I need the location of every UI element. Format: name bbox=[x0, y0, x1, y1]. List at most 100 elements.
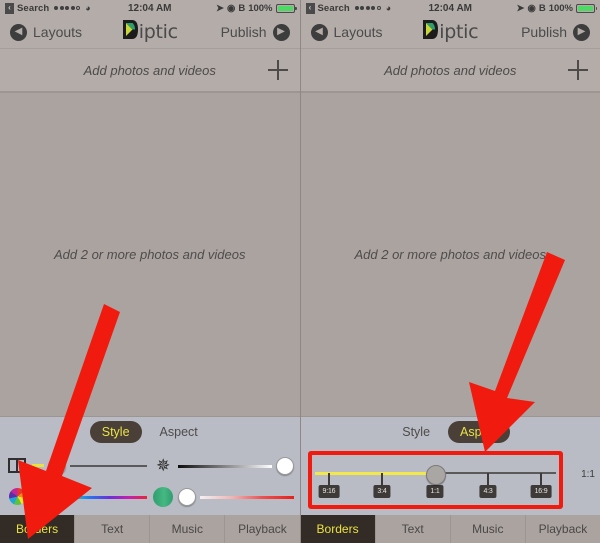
status-bar-left: ‹ Search ◕ bbox=[5, 2, 91, 14]
saturation-knob[interactable] bbox=[178, 487, 197, 506]
diptic-d-logo bbox=[122, 19, 139, 45]
diptic-d-logo bbox=[422, 19, 439, 45]
status-bar: ‹ Search ◕ 12:04 AM ➤ ◉ B 100% bbox=[0, 0, 300, 16]
chevron-left-circle-icon: ◀ bbox=[310, 23, 328, 41]
bluetooth-icon: B bbox=[538, 2, 546, 14]
plus-icon[interactable] bbox=[267, 60, 288, 80]
aspect-label-4-3[interactable]: 4:3 bbox=[479, 485, 497, 498]
status-back-icon: ‹ bbox=[5, 2, 14, 14]
color-wheel-icon bbox=[6, 488, 28, 505]
chevron-right-circle-icon: ▶ bbox=[573, 23, 590, 41]
controls-row-bottom bbox=[6, 483, 294, 511]
status-bar-right: ➤ ◉ B 100% bbox=[516, 2, 597, 14]
segment-aspect[interactable]: Aspect bbox=[448, 421, 511, 443]
brand-wordmark: iptic bbox=[138, 21, 178, 43]
brand-wordmark: iptic bbox=[439, 21, 479, 43]
border-width-control[interactable] bbox=[6, 456, 148, 475]
status-bar-left: ‹ Search ◕ bbox=[305, 2, 392, 14]
status-back-icon: ‹ bbox=[305, 2, 315, 14]
saturation-track[interactable] bbox=[200, 495, 294, 499]
aspect-ratio-readout: 1:1 bbox=[581, 469, 595, 480]
controls-row-top: ✵ bbox=[6, 452, 294, 480]
wifi-icon: ◕ bbox=[385, 3, 392, 13]
border-layout-icon bbox=[6, 458, 28, 473]
chevron-right-circle-icon: ▶ bbox=[272, 23, 290, 41]
wifi-icon: ◕ bbox=[85, 3, 91, 13]
signal-strength-icon bbox=[354, 6, 381, 10]
layouts-back-button[interactable]: ◀ Layouts bbox=[310, 23, 383, 41]
nav-bar: ◀ Layouts iptic Publish ▶ bbox=[0, 16, 300, 49]
tab-borders[interactable]: Borders bbox=[0, 515, 76, 543]
brightness-sun-icon: ✵ bbox=[156, 456, 171, 475]
canvas-hint-label: Add 2 or more photos and videos bbox=[53, 247, 246, 262]
status-bar: ‹ Search ◕ 12:04 AM ➤ ◉ B 100% bbox=[300, 0, 600, 16]
border-width-fill bbox=[32, 464, 44, 467]
plus-icon[interactable] bbox=[568, 60, 588, 80]
border-width-knob[interactable] bbox=[48, 456, 66, 475]
aspect-track-fill bbox=[314, 472, 435, 475]
segment-style[interactable]: Style bbox=[390, 421, 442, 443]
chevron-left-circle-icon: ◀ bbox=[10, 23, 27, 41]
alarm-icon: ◉ bbox=[227, 2, 236, 14]
location-arrow-icon: ➤ bbox=[516, 2, 525, 14]
dual-screenshot-comparison: ‹ Search ◕ 12:04 AM ➤ ◉ B 100% ◀ Layouts bbox=[0, 0, 600, 543]
bottom-tab-bar: Borders Text Music Playback bbox=[0, 515, 300, 543]
add-photos-label: Add photos and videos bbox=[384, 62, 517, 78]
brightness-control[interactable]: ✵ bbox=[152, 456, 294, 475]
collage-canvas[interactable]: Add 2 or more photos and videos bbox=[0, 93, 300, 416]
aspect-label-1-1[interactable]: 1:1 bbox=[426, 485, 444, 498]
collage-canvas[interactable]: Add 2 or more photos and videos bbox=[300, 93, 600, 416]
tab-playback[interactable]: Playback bbox=[526, 515, 600, 543]
aspect-controls-panel: 9:16 3:4 1:1 4:3 16:9 1:1 bbox=[300, 447, 600, 515]
add-photos-bar[interactable]: Add photos and videos bbox=[0, 49, 300, 93]
tab-text[interactable]: Text bbox=[376, 515, 451, 543]
publish-label: Publish bbox=[220, 24, 267, 40]
border-color-knob[interactable] bbox=[32, 487, 50, 506]
brightness-track[interactable] bbox=[178, 464, 272, 468]
bluetooth-icon: B bbox=[238, 2, 246, 14]
brightness-knob[interactable] bbox=[275, 456, 294, 475]
green-sphere-icon bbox=[152, 486, 174, 507]
publish-button[interactable]: Publish ▶ bbox=[521, 23, 590, 41]
style-aspect-segmented-control: Style Aspect bbox=[300, 416, 600, 447]
layouts-back-button[interactable]: ◀ Layouts bbox=[10, 23, 83, 41]
segment-style[interactable]: Style bbox=[89, 421, 142, 443]
carrier-label: Search bbox=[317, 2, 350, 14]
signal-strength-icon bbox=[54, 6, 81, 10]
nav-bar: ◀ Layouts iptic Publish ▶ bbox=[300, 16, 600, 49]
right-phone-screen: ‹ Search ◕ 12:04 AM ➤ ◉ B 100% ◀ Layouts bbox=[300, 0, 600, 543]
tab-music[interactable]: Music bbox=[150, 515, 226, 543]
publish-button[interactable]: Publish ▶ bbox=[220, 23, 290, 41]
saturation-control[interactable] bbox=[152, 486, 294, 507]
segment-aspect[interactable]: Aspect bbox=[148, 421, 210, 443]
battery-percent-label: 100% bbox=[248, 2, 273, 14]
style-controls-panel: ✵ bbox=[0, 447, 300, 515]
aspect-slider-knob[interactable] bbox=[426, 465, 446, 485]
left-phone-screen: ‹ Search ◕ 12:04 AM ➤ ◉ B 100% ◀ Layouts bbox=[0, 0, 301, 543]
status-bar-right: ➤ ◉ B 100% bbox=[216, 2, 297, 14]
style-aspect-segmented-control: Style Aspect bbox=[0, 416, 300, 447]
add-photos-label: Add photos and videos bbox=[83, 62, 216, 78]
tab-text[interactable]: Text bbox=[75, 515, 151, 543]
carrier-label: Search bbox=[17, 2, 50, 14]
border-width-track[interactable] bbox=[70, 464, 148, 467]
tab-borders[interactable]: Borders bbox=[300, 515, 376, 543]
tab-playback[interactable]: Playback bbox=[225, 515, 299, 543]
border-color-track[interactable] bbox=[54, 495, 148, 499]
aspect-label-3-4[interactable]: 3:4 bbox=[373, 485, 391, 498]
aspect-ratio-slider[interactable]: 9:16 3:4 1:1 4:3 16:9 bbox=[314, 457, 556, 503]
canvas-hint-label: Add 2 or more photos and videos bbox=[354, 247, 546, 262]
alarm-icon: ◉ bbox=[527, 2, 536, 14]
layouts-back-label: Layouts bbox=[33, 24, 83, 40]
battery-percent-label: 100% bbox=[548, 2, 573, 14]
bottom-tab-bar: Borders Text Music Playback bbox=[300, 515, 600, 543]
tab-music[interactable]: Music bbox=[451, 515, 526, 543]
aspect-label-9-16[interactable]: 9:16 bbox=[318, 485, 340, 498]
add-photos-bar[interactable]: Add photos and videos bbox=[300, 49, 600, 93]
location-arrow-icon: ➤ bbox=[216, 2, 225, 14]
battery-icon bbox=[275, 3, 297, 13]
battery-icon bbox=[576, 3, 597, 13]
publish-label: Publish bbox=[521, 24, 567, 40]
border-color-control[interactable] bbox=[6, 487, 148, 506]
aspect-label-16-9[interactable]: 16:9 bbox=[530, 485, 552, 498]
